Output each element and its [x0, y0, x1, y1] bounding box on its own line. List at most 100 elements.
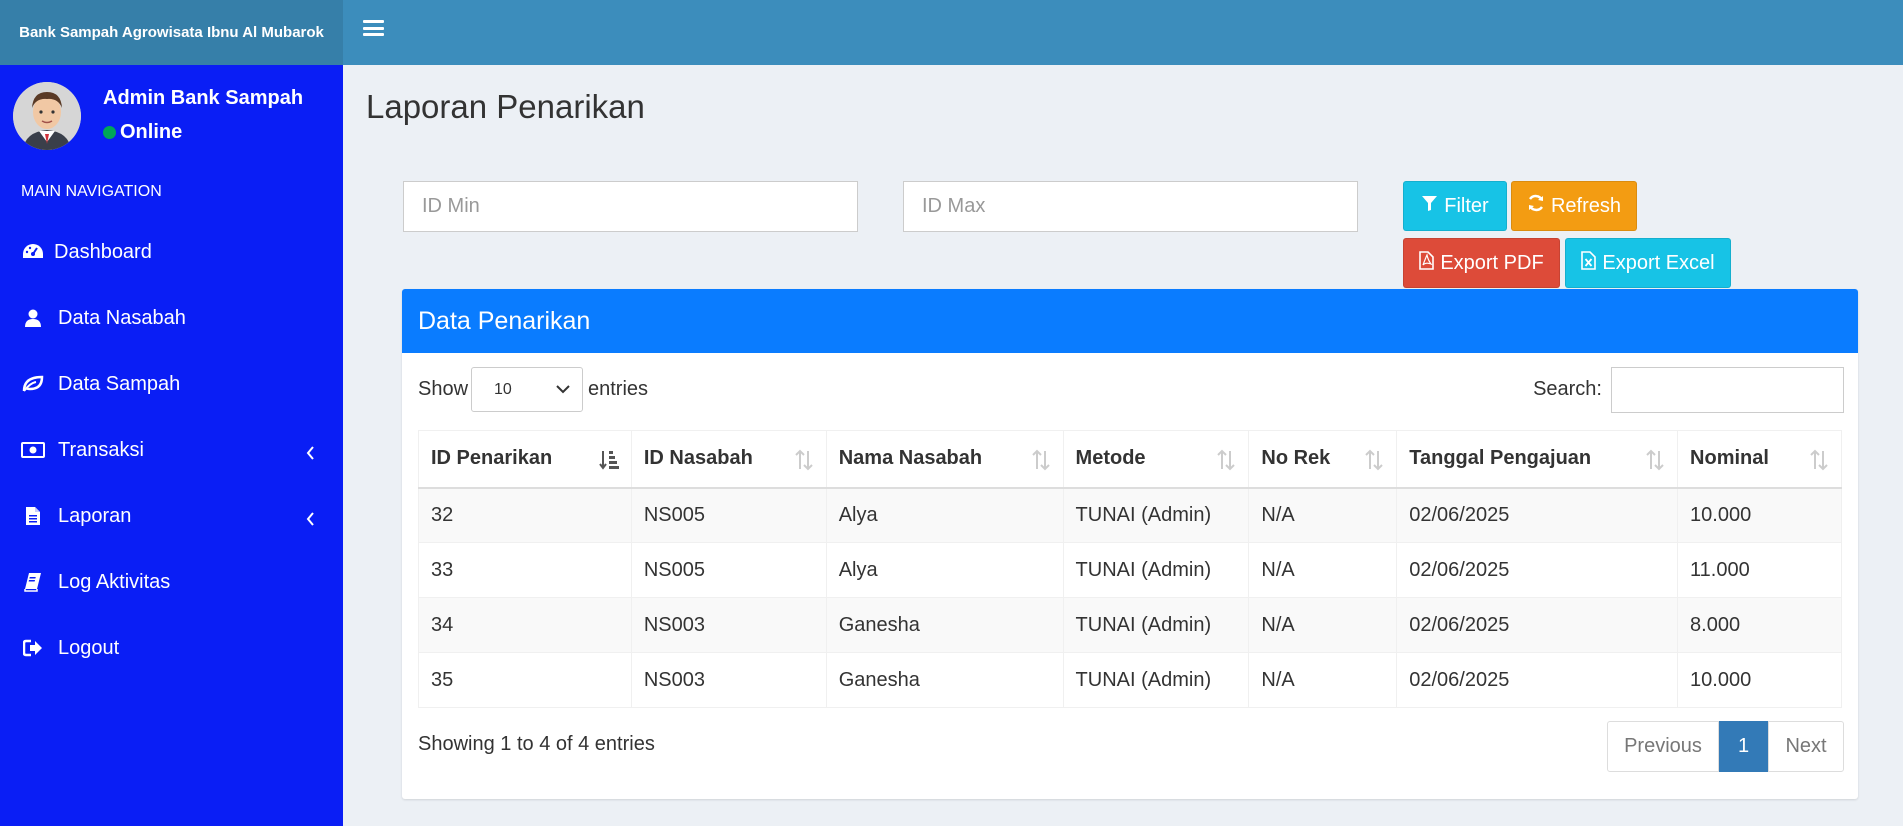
refresh-button[interactable]: Refresh — [1511, 181, 1637, 231]
sort-icon — [1364, 449, 1384, 471]
box-title: Data Penarikan — [402, 289, 1858, 353]
avatar — [13, 82, 81, 150]
sidebar-item-logout[interactable]: Logout — [0, 615, 343, 681]
refresh-button-label: Refresh — [1550, 194, 1622, 217]
filter-button-label: Filter — [1444, 194, 1489, 217]
column-header-tanggal-pengajuan[interactable]: Tanggal Pengajuan — [1396, 430, 1679, 489]
table-cell: NS005 — [630, 542, 827, 598]
table-cell: NS005 — [630, 487, 827, 543]
column-header-id-penarikan[interactable]: ID Penarikan — [418, 430, 632, 489]
money-icon — [21, 438, 45, 462]
data-table: ID Penarikan ID Nasabah Nama Nasabah Met… — [418, 430, 1842, 708]
table-cell: TUNAI (Admin) — [1062, 597, 1250, 653]
sidebar-item-label: Data Sampah — [58, 372, 181, 395]
export-excel-button[interactable]: Export Excel — [1565, 238, 1731, 288]
column-header-nama-nasabah[interactable]: Nama Nasabah — [825, 430, 1064, 489]
page-title: Laporan Penarikan — [366, 88, 645, 125]
file-icon — [21, 504, 45, 528]
next-page-button[interactable]: Next — [1768, 721, 1844, 772]
sidebar-item-data-nasabah[interactable]: Data Nasabah — [0, 285, 343, 351]
brand-logo[interactable]: Bank Sampah Agrowisata Ibnu Al Mubarok — [0, 0, 343, 65]
dashboard-icon — [21, 240, 45, 264]
table-cell: NS003 — [630, 652, 827, 708]
column-header-no-rek[interactable]: No Rek — [1248, 430, 1398, 489]
table-cell: 02/06/2025 — [1396, 542, 1679, 598]
file-pdf-icon — [1419, 250, 1435, 276]
sign-out-icon — [21, 636, 45, 660]
sort-icon — [1031, 449, 1051, 471]
show-label: Show — [418, 378, 469, 400]
sidebar: Admin Bank Sampah Online MAIN NAVIGATION… — [0, 65, 343, 826]
table-cell: TUNAI (Admin) — [1062, 487, 1250, 543]
sidebar-item-label: Log Aktivitas — [58, 570, 171, 593]
column-header-id-nasabah[interactable]: ID Nasabah — [630, 430, 827, 489]
table-row: 32 NS005 Alya TUNAI (Admin) N/A 02/06/20… — [418, 487, 1842, 543]
table-cell: Ganesha — [825, 597, 1064, 653]
pagination: Previous 1 Next — [1607, 721, 1844, 772]
search-input[interactable] — [1611, 367, 1844, 413]
sort-icon — [794, 449, 814, 471]
filter-icon — [1421, 195, 1438, 218]
table-cell: 10.000 — [1677, 652, 1842, 708]
table-cell: Alya — [825, 542, 1064, 598]
sidebar-item-transaksi[interactable]: Transaksi — [0, 417, 343, 483]
sidebar-toggle-icon[interactable] — [363, 19, 384, 37]
leaf-icon — [21, 372, 45, 396]
sidebar-item-laporan[interactable]: Laporan — [0, 483, 343, 549]
table-cell: 10.000 — [1677, 487, 1842, 543]
entries-select[interactable]: 10 — [471, 367, 583, 412]
sort-icon — [1645, 449, 1665, 471]
table-header-row: ID Penarikan ID Nasabah Nama Nasabah Met… — [418, 430, 1842, 489]
online-status-icon — [103, 126, 116, 139]
table-cell: TUNAI (Admin) — [1062, 652, 1250, 708]
user-name: Admin Bank Sampah — [103, 87, 304, 109]
table-cell: N/A — [1248, 487, 1398, 543]
sidebar-item-label: Logout — [58, 636, 120, 659]
column-header-metode[interactable]: Metode — [1062, 430, 1250, 489]
page-1-button[interactable]: 1 — [1719, 721, 1768, 772]
export-pdf-button[interactable]: Export PDF — [1403, 238, 1560, 288]
table-cell: 32 — [418, 487, 632, 543]
sidebar-item-data-sampah[interactable]: Data Sampah — [0, 351, 343, 417]
chevron-down-icon — [556, 382, 570, 401]
user-icon — [21, 306, 45, 330]
export-pdf-label: Export PDF — [1440, 251, 1544, 274]
search-label: Search: — [1533, 378, 1602, 400]
data-penarikan-box: Data Penarikan Show 10 entries Search: I… — [402, 289, 1858, 799]
table-row: 34 NS003 Ganesha TUNAI (Admin) N/A 02/06… — [418, 597, 1842, 653]
id-max-input[interactable] — [903, 181, 1358, 232]
previous-page-button[interactable]: Previous — [1607, 721, 1719, 772]
user-panel: Admin Bank Sampah Online — [0, 65, 343, 155]
table-cell: N/A — [1248, 542, 1398, 598]
entries-select-value: 10 — [494, 380, 512, 398]
sort-ascending-icon — [599, 449, 619, 471]
chevron-left-icon — [306, 509, 315, 532]
column-header-nominal[interactable]: Nominal — [1677, 430, 1842, 489]
table-info: Showing 1 to 4 of 4 entries — [418, 733, 655, 755]
export-excel-label: Export Excel — [1602, 251, 1715, 274]
table-cell: NS003 — [630, 597, 827, 653]
nav-header: MAIN NAVIGATION — [21, 183, 162, 200]
table-cell: Alya — [825, 487, 1064, 543]
refresh-icon — [1527, 194, 1545, 218]
table-row: 35 NS003 Ganesha TUNAI (Admin) N/A 02/06… — [418, 652, 1842, 708]
sidebar-item-dashboard[interactable]: Dashboard — [0, 219, 343, 285]
table-cell: 35 — [418, 652, 632, 708]
book-icon — [21, 570, 45, 594]
user-status: Online — [103, 121, 182, 144]
table-cell: 8.000 — [1677, 597, 1842, 653]
table-cell: 02/06/2025 — [1396, 597, 1679, 653]
user-status-label: Online — [120, 121, 183, 143]
id-min-input[interactable] — [403, 181, 858, 232]
table-cell: 34 — [418, 597, 632, 653]
file-excel-icon — [1581, 250, 1597, 276]
filter-button[interactable]: Filter — [1403, 181, 1507, 231]
sidebar-item-label: Transaksi — [58, 438, 144, 461]
brand-title: Bank Sampah Agrowisata Ibnu Al Mubarok — [19, 24, 324, 41]
sidebar-item-label: Dashboard — [54, 240, 152, 263]
sidebar-menu: Dashboard Data Nasabah Data Sampah Trans… — [0, 219, 343, 681]
sidebar-item-log-aktivitas[interactable]: Log Aktivitas — [0, 549, 343, 615]
top-navbar — [343, 0, 1903, 65]
table-cell: 02/06/2025 — [1396, 487, 1679, 543]
table-cell: 02/06/2025 — [1396, 652, 1679, 708]
